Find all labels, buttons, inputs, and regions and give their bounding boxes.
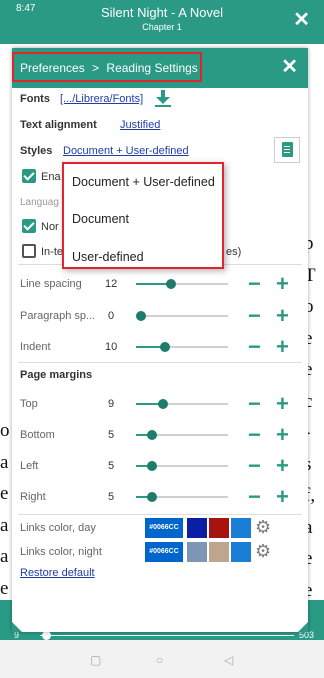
app-top-bar: 8:47 Silent Night - A Novel Chapter 1 ✕ [0,0,324,44]
close-book-icon[interactable]: ✕ [293,7,310,32]
dialog-header: Preferences > Reading Settings ✕ [12,48,308,88]
enable-label: Ena [41,171,61,183]
styles-value[interactable]: Document + User-defined [63,145,189,157]
intext-checkbox[interactable] [22,244,36,258]
dropdown-option-document[interactable]: Document [72,212,129,226]
close-dialog-icon[interactable]: ✕ [281,54,298,79]
back-icon[interactable]: ◁ [224,653,233,667]
links-day-swatch-1[interactable] [187,518,207,538]
links-day-current-swatch[interactable]: #0066CC [145,518,183,538]
margin-top-value: 9 [108,398,115,410]
breadcrumb-current: Reading Settings [106,61,198,75]
text-alignment-label: Text alignment [20,119,97,131]
styles-dropdown: Document + User-defined Document User-de… [62,162,224,269]
margin-right-minus[interactable]: − [248,486,261,508]
breadcrumb-preferences[interactable]: Preferences [20,61,85,75]
normal-label: Nor [41,221,59,233]
page-margins-title: Page margins [20,369,93,381]
breadcrumb-separator: > [92,61,100,75]
links-day-gear-icon[interactable]: ⚙ [255,517,271,538]
reading-settings-dialog: Preferences > Reading Settings ✕ Fonts [… [12,48,308,632]
line-spacing-slider[interactable] [136,279,228,289]
line-spacing-plus[interactable]: + [276,273,289,295]
progress-thumb[interactable] [42,631,51,640]
download-fonts-icon[interactable] [153,89,173,107]
links-day-swatch-3[interactable] [231,518,251,538]
intext-label: In-te [41,246,64,258]
paragraph-spacing-minus[interactable]: − [248,305,261,327]
dropdown-option-user-defined[interactable]: User-defined [72,250,144,264]
document-style-icon[interactable] [274,137,300,163]
margin-right-label: Right [20,491,46,503]
resize-corner-left-icon[interactable] [12,622,22,632]
margin-left-plus[interactable]: + [276,455,289,477]
fonts-path-link[interactable]: [.../Librera/Fonts] [60,93,143,105]
margin-bottom-label: Bottom [20,429,55,441]
text-alignment-value[interactable]: Justified [120,119,160,131]
line-spacing-minus[interactable]: − [248,273,261,295]
margin-right-plus[interactable]: + [276,486,289,508]
language-label: Languag [20,197,59,208]
margin-left-value: 5 [108,460,115,472]
links-day-swatch-2[interactable] [209,518,229,538]
enable-checkbox[interactable] [22,169,36,183]
paragraph-spacing-value: 0 [108,310,115,322]
links-night-swatch-1[interactable] [187,542,207,562]
margin-bottom-value: 5 [108,429,115,441]
dropdown-option-document-user-defined[interactable]: Document + User-defined [72,175,215,189]
indent-plus[interactable]: + [276,336,289,358]
margin-right-value: 5 [108,491,115,503]
indent-minus[interactable]: − [248,336,261,358]
margin-right-slider[interactable] [136,492,228,502]
margin-bottom-slider[interactable] [136,430,228,440]
links-night-swatch-2[interactable] [209,542,229,562]
indent-label: Indent [20,341,51,353]
links-night-gear-icon[interactable]: ⚙ [255,541,271,562]
margin-bottom-minus[interactable]: − [248,424,261,446]
divider [18,362,302,363]
background-book-text-left: oaeaae [0,420,10,599]
styles-label: Styles [20,145,53,157]
normal-checkbox[interactable] [22,219,36,233]
margin-left-label: Left [20,460,39,472]
divider [18,514,302,515]
paragraph-spacing-label: Paragraph sp... [20,310,96,322]
recent-apps-icon[interactable]: ▢ [90,653,101,667]
margin-top-plus[interactable]: + [276,393,289,415]
links-night-swatch-3[interactable] [231,542,251,562]
paragraph-spacing-plus[interactable]: + [276,305,289,327]
indent-slider[interactable] [136,342,228,352]
line-spacing-value: 12 [105,278,118,290]
fonts-label: Fonts [20,93,50,105]
restore-default-link[interactable]: Restore default [20,567,95,579]
links-color-night-label: Links color, night [20,546,102,558]
links-night-current-swatch[interactable]: #0066CC [145,542,183,562]
home-icon[interactable]: ○ [156,653,163,667]
breadcrumb[interactable]: Preferences > Reading Settings [12,52,202,82]
margin-bottom-plus[interactable]: + [276,424,289,446]
links-color-day-label: Links color, day [20,522,96,534]
resize-corner-right-icon[interactable] [298,622,308,632]
margin-top-label: Top [20,398,38,410]
chapter-title: Chapter 1 [142,22,182,32]
indent-value: 10 [105,341,118,353]
book-title: Silent Night - A Novel [100,5,224,20]
margin-left-slider[interactable] [136,461,228,471]
margin-left-minus[interactable]: − [248,455,261,477]
margin-top-minus[interactable]: − [248,393,261,415]
system-nav-bar: ▢ ○ ◁ [0,640,324,678]
margin-top-slider[interactable] [136,399,228,409]
intext-label-suffix: es) [226,246,242,258]
progress-track[interactable] [40,635,294,636]
paragraph-spacing-slider[interactable] [136,311,228,321]
line-spacing-label: Line spacing [20,278,82,290]
